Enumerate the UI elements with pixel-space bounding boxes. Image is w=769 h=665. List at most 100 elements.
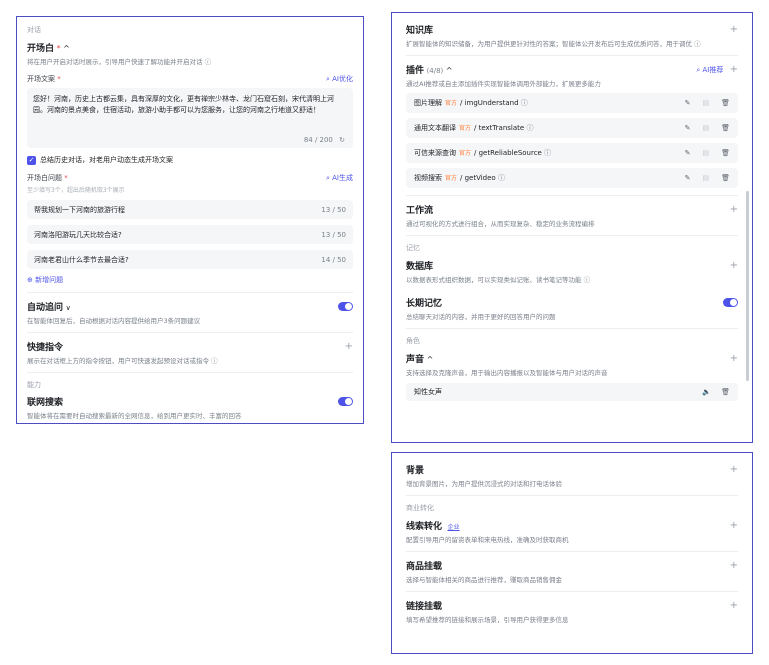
plugin-api: / getVideo (460, 174, 496, 182)
web-search-desc: 智能体将在需要时自动搜索最新的全网信息，给到用户更实时、丰富的回答 (27, 412, 242, 420)
opening-header[interactable]: 开场白 * ^ (27, 41, 353, 54)
links-title: 链接挂载 (406, 602, 443, 612)
help-icon[interactable]: ⓘ (584, 276, 591, 284)
opening-text-textarea[interactable]: 您好！河南，历史上古都云集，具有深厚的文化，更有禅宗少林寺、龙门石窟石刻，宋代清… (27, 88, 353, 148)
long-memory-toggle[interactable] (723, 298, 738, 307)
knowledge-row: 知识库 + (406, 23, 738, 36)
add-goods-plus-icon[interactable]: + (730, 560, 738, 571)
database-title: 数据库 (406, 262, 434, 272)
knowledge-title: 知识库 (406, 26, 434, 36)
links-row: 链接挂载 + (406, 599, 738, 612)
add-workflow-plus-icon[interactable]: + (730, 204, 738, 215)
add-leads-plus-icon[interactable]: + (730, 520, 738, 531)
plugins-count: (4/8) (426, 67, 444, 75)
plugins-title: 插件 (406, 66, 425, 76)
workflow-desc: 通过可视化的方式进行组合，从而实现复杂、稳定的业务流程编排 (406, 220, 595, 228)
trash-icon[interactable]: 🗑 (721, 124, 730, 132)
help-icon[interactable]: ⓘ (694, 40, 701, 48)
database-row: 数据库 + (406, 259, 738, 272)
section-label-dialog: 对话 (27, 26, 41, 34)
auto-followup-row: 自动追问 ∨ (27, 300, 353, 313)
plugin-name: 图片理解 官方 / imgUnderstand ⓘ (414, 98, 528, 108)
web-search-toggle[interactable] (338, 397, 353, 406)
add-knowledge-plus-icon[interactable]: + (730, 24, 738, 35)
chevron-down-icon[interactable]: ∨ (66, 304, 71, 312)
info-icon[interactable]: ⓘ (526, 124, 533, 132)
wand-icon[interactable]: ✎ (685, 149, 691, 157)
plugin-item[interactable]: 图片理解 官方 / imgUnderstand ⓘ ✎ ▤ 🗑 (406, 93, 738, 113)
image-icon[interactable]: ▤ (702, 124, 709, 132)
image-icon[interactable]: ▤ (702, 99, 709, 107)
help-icon[interactable]: ⓘ (211, 357, 218, 365)
official-tag: 官方 (459, 125, 472, 132)
ai-optimize-button[interactable]: ⌕ AI优化 (326, 74, 353, 84)
voice-item[interactable]: 知性女声 🔈 🗑 (406, 383, 738, 401)
info-icon[interactable]: ⓘ (521, 99, 528, 107)
trash-icon[interactable]: 🗑 (721, 99, 730, 107)
plugin-item[interactable]: 可信来源查询 官方 / getReliableSource ⓘ ✎ ▤ 🗑 (406, 143, 738, 163)
plugin-name-text: 可信来源查询 (414, 149, 456, 157)
voice-desc: 支持选择及克隆声音，用于输出内容播报以及智能体与用户对话的声音 (406, 369, 608, 377)
plugin-name: 视频搜索 官方 / getVideo ⓘ (414, 173, 505, 183)
info-icon[interactable]: ⓘ (498, 174, 505, 182)
add-question-button[interactable]: ⊕ 新增问题 (27, 275, 353, 285)
scrollbar[interactable] (746, 191, 749, 381)
add-links-plus-icon[interactable]: + (730, 600, 738, 611)
refresh-icon[interactable]: ↻ (339, 136, 345, 144)
ai-recommend-button[interactable]: ⌕ AI推荐 (696, 66, 725, 74)
question-item[interactable]: 河南老君山什么季节去最合适? 14 / 50 (27, 250, 353, 269)
trash-icon[interactable]: 🗑 (721, 174, 730, 182)
opening-title: 开场白 (27, 44, 55, 54)
questions-label: 开场白问题 (27, 174, 62, 182)
add-background-plus-icon[interactable]: + (730, 464, 738, 475)
chevron-up-icon[interactable]: ^ (63, 44, 70, 53)
divider (27, 372, 353, 373)
add-plugin-plus-icon[interactable]: + (730, 64, 738, 75)
voice-name: 知性女声 (414, 388, 442, 396)
auto-followup-desc: 在智能体回复后，自动根据对话内容提供给用户3条问题建议 (27, 317, 201, 325)
summarize-history-checkbox[interactable]: ✓ 总结历史对话，对老用户动态生成开场文案 (27, 155, 353, 165)
chevron-up-icon[interactable]: ^ (446, 66, 453, 75)
web-search-title: 联网搜索 (27, 398, 64, 408)
required-mark: * (64, 174, 68, 182)
plugin-actions: ✎ ▤ 🗑 (685, 99, 730, 107)
question-text[interactable]: 河南老君山什么季节去最合适? (34, 255, 129, 265)
plugin-item[interactable]: 视频搜索 官方 / getVideo ⓘ ✎ ▤ 🗑 (406, 168, 738, 188)
help-icon[interactable]: ⓘ (205, 58, 212, 66)
question-count: 13 / 50 (321, 230, 346, 239)
auto-followup-toggle[interactable] (338, 302, 353, 311)
ai-generate-button[interactable]: ⌕ AI生成 (326, 173, 353, 183)
voice-row: 声音 ^ + (406, 352, 738, 365)
chevron-up-icon[interactable]: ^ (427, 355, 434, 364)
wand-icon[interactable]: ✎ (685, 99, 691, 107)
plugins-desc: 通过AI推荐或自主添加插件实现智能体调用外部能力，扩展更多能力 (406, 80, 601, 88)
question-text[interactable]: 河南洛阳游玩几天比较合适? (34, 230, 122, 240)
question-item[interactable]: 河南洛阳游玩几天比较合适? 13 / 50 (27, 225, 353, 244)
question-text[interactable]: 帮我规划一下河南的旅游行程 (34, 205, 125, 215)
plugin-actions: ✎ ▤ 🗑 (685, 124, 730, 132)
wand-icon[interactable]: ✎ (685, 124, 691, 132)
plugin-name-text: 图片理解 (414, 99, 442, 107)
plugin-item[interactable]: 通用文本翻译 官方 / textTranslate ⓘ ✎ ▤ 🗑 (406, 118, 738, 138)
wand-icon[interactable]: ✎ (685, 174, 691, 182)
add-database-plus-icon[interactable]: + (730, 260, 738, 271)
image-icon[interactable]: ▤ (702, 149, 709, 157)
info-icon[interactable]: ⓘ (544, 149, 551, 157)
opening-desc: 将在用户开启对话时展示，引导用户快速了解功能并开启对话 ⓘ (27, 56, 353, 66)
goods-desc: 选择与智能体相关的商品进行推荐，赚取商品销售佣金 (406, 576, 562, 584)
opening-config-panel: 对话 开场白 * ^ 将在用户开启对话时展示，引导用户快速了解功能并开启对话 ⓘ… (16, 16, 364, 424)
add-shortcut-plus-icon[interactable]: + (345, 341, 353, 352)
opening-text-content[interactable]: 您好！河南，历史上古都云集，具有深厚的文化，更有禅宗少林寺、龙门石窟石刻，宋代清… (33, 94, 347, 116)
shortcut-desc: 展示在对话框上方的指令按钮，用户可快速发起预设对话或指令 ⓘ (27, 355, 353, 365)
image-icon[interactable]: ▤ (702, 174, 709, 182)
voice-title: 声音 (406, 355, 425, 365)
speaker-icon[interactable]: 🔈 (702, 388, 711, 396)
trash-icon[interactable]: 🗑 (721, 149, 730, 157)
checkbox-checked-icon[interactable]: ✓ (27, 155, 36, 165)
search-sparkle-icon: ⌕ (325, 75, 330, 83)
add-voice-plus-icon[interactable]: + (730, 353, 738, 364)
trash-icon[interactable]: 🗑 (721, 388, 730, 396)
question-item[interactable]: 帮我规划一下河南的旅游行程 13 / 50 (27, 200, 353, 219)
plugin-actions: ✎ ▤ 🗑 (685, 174, 730, 182)
shortcut-title: 快捷指令 (27, 343, 64, 353)
